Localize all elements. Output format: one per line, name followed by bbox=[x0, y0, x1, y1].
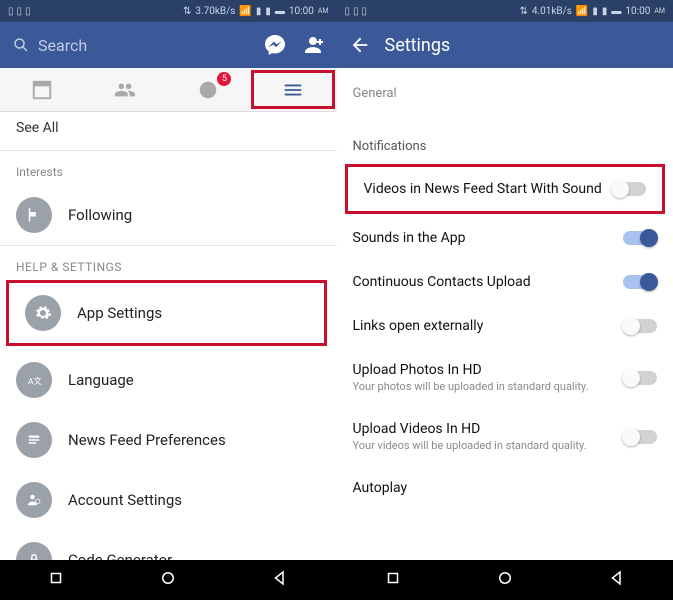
battery-icon: ▬ bbox=[611, 6, 621, 17]
nav-recents[interactable] bbox=[47, 569, 65, 591]
signal1-icon: ▮ bbox=[256, 6, 262, 17]
row-title: Sounds in the App bbox=[353, 230, 614, 246]
row-autoplay[interactable]: Autoplay bbox=[337, 466, 673, 496]
row-news-feed-pref[interactable]: News Feed Preferences bbox=[0, 410, 337, 470]
status-bar: ▯ ▯ ▯ ⇅ 3.70kB/s 📶 ▮ ▮ ▬ 10:00 AM bbox=[0, 0, 337, 22]
settings-app-bar: Settings bbox=[337, 22, 673, 68]
speed-text: 3.70kB/s bbox=[195, 6, 235, 17]
nav-back[interactable] bbox=[271, 569, 289, 591]
vibrate-icon: ⇅ bbox=[183, 6, 191, 17]
wifi-icon: 📶 bbox=[576, 6, 588, 17]
messenger-icon[interactable] bbox=[263, 33, 287, 57]
row-label: App Settings bbox=[77, 304, 162, 322]
row-sounds-app[interactable]: Sounds in the App bbox=[337, 216, 673, 260]
row-videos-sound[interactable]: Videos in News Feed Start With Sound bbox=[345, 164, 666, 214]
nav-recents[interactable] bbox=[384, 569, 402, 591]
wifi-icon: 📶 bbox=[239, 6, 251, 17]
row-subtitle: Your videos will be uploaded in standard… bbox=[353, 439, 614, 452]
toggle-videos-sound[interactable] bbox=[612, 182, 646, 196]
nav-home[interactable] bbox=[159, 569, 177, 591]
toggle-photos-hd[interactable] bbox=[623, 371, 657, 385]
settings-content: General Notifications Videos in News Fee… bbox=[337, 68, 673, 560]
image-mini-icon: ▯ bbox=[25, 6, 31, 17]
section-interests: Interests bbox=[0, 151, 337, 185]
flag-icon bbox=[16, 197, 52, 233]
search-placeholder: Search bbox=[38, 36, 87, 55]
person-mini-icon: ▯ bbox=[353, 6, 359, 17]
battery-icon: ▬ bbox=[275, 6, 285, 17]
search-icon bbox=[12, 36, 30, 54]
row-videos-hd[interactable]: Upload Videos In HD Your videos will be … bbox=[337, 407, 673, 466]
tab-notifications[interactable]: 5 bbox=[166, 68, 249, 111]
friend-request-icon[interactable] bbox=[301, 33, 325, 57]
tab-bar: 5 bbox=[0, 68, 337, 112]
notification-badge: 5 bbox=[217, 72, 231, 86]
vibrate-icon: ⇅ bbox=[519, 6, 527, 17]
facebook-mini-icon: ▯ bbox=[8, 6, 14, 17]
row-title: Continuous Contacts Upload bbox=[353, 274, 614, 290]
account-icon bbox=[16, 482, 52, 518]
row-title: Upload Videos In HD bbox=[353, 421, 614, 437]
row-language[interactable]: A文 Language bbox=[0, 350, 337, 410]
menu-content: See All Interests Following HELP & SETTI… bbox=[0, 112, 337, 560]
row-label: Following bbox=[68, 206, 132, 224]
row-label: News Feed Preferences bbox=[68, 431, 226, 449]
row-account-settings[interactable]: Account Settings bbox=[0, 470, 337, 530]
android-nav-bar bbox=[0, 560, 673, 600]
status-bar: ▯ ▯ ▯ ⇅ 4.01kB/s 📶 ▮ ▮ ▬ 10:00 AM bbox=[337, 0, 673, 22]
app-bar: Search bbox=[0, 22, 337, 68]
lock-icon bbox=[16, 542, 52, 560]
person-mini-icon: ▯ bbox=[17, 6, 23, 17]
speed-text: 4.01kB/s bbox=[532, 6, 572, 17]
row-subtitle: Your photos will be uploaded in standard… bbox=[353, 380, 614, 393]
see-all-link[interactable]: See All bbox=[0, 114, 337, 150]
row-code-generator[interactable]: Code Generator bbox=[0, 530, 337, 560]
search-input[interactable]: Search bbox=[12, 36, 249, 55]
tab-menu-wrap bbox=[249, 68, 336, 111]
row-label: Language bbox=[68, 371, 134, 389]
tab-feed[interactable] bbox=[0, 68, 83, 111]
nav-home[interactable] bbox=[496, 569, 514, 591]
nav-back[interactable] bbox=[608, 569, 626, 591]
row-photos-hd[interactable]: Upload Photos In HD Your photos will be … bbox=[337, 348, 673, 407]
row-app-settings[interactable]: App Settings bbox=[6, 280, 327, 346]
row-title: Links open externally bbox=[353, 318, 614, 334]
toggle-sounds-app[interactable] bbox=[623, 231, 657, 245]
toggle-links-external[interactable] bbox=[623, 319, 657, 333]
signal2-icon: ▮ bbox=[265, 6, 271, 17]
row-title: Autoplay bbox=[353, 480, 658, 496]
row-label: Account Settings bbox=[68, 491, 182, 509]
row-title: Upload Photos In HD bbox=[353, 362, 614, 378]
feed-pref-icon bbox=[16, 422, 52, 458]
ampm-text: AM bbox=[654, 7, 665, 15]
back-icon[interactable] bbox=[349, 34, 371, 56]
signal1-icon: ▮ bbox=[592, 6, 598, 17]
row-links-external[interactable]: Links open externally bbox=[337, 304, 673, 348]
settings-title: Settings bbox=[385, 35, 451, 56]
time-text: 10:00 bbox=[289, 6, 314, 17]
signal2-icon: ▮ bbox=[602, 6, 608, 17]
section-help-settings: HELP & SETTINGS bbox=[0, 246, 337, 280]
ampm-text: AM bbox=[318, 7, 329, 15]
category-notifications: Notifications bbox=[337, 109, 673, 162]
language-icon: A文 bbox=[16, 362, 52, 398]
toggle-videos-hd[interactable] bbox=[623, 430, 657, 444]
toggle-contacts-upload[interactable] bbox=[623, 275, 657, 289]
row-label: Code Generator bbox=[68, 551, 172, 560]
facebook-mini-icon: ▯ bbox=[345, 6, 351, 17]
time-text: 10:00 bbox=[625, 6, 650, 17]
tab-friends[interactable] bbox=[83, 68, 166, 111]
left-panel: ▯ ▯ ▯ ⇅ 3.70kB/s 📶 ▮ ▮ ▬ 10:00 AM Search… bbox=[0, 0, 337, 560]
image-mini-icon: ▯ bbox=[362, 6, 368, 17]
tab-menu[interactable] bbox=[251, 70, 334, 109]
svg-text:A文: A文 bbox=[28, 376, 42, 387]
hamburger-icon bbox=[282, 79, 304, 101]
row-contacts-upload[interactable]: Continuous Contacts Upload bbox=[337, 260, 673, 304]
right-panel: ▯ ▯ ▯ ⇅ 4.01kB/s 📶 ▮ ▮ ▬ 10:00 AM Settin… bbox=[337, 0, 673, 560]
gear-icon bbox=[25, 295, 61, 331]
row-title: Videos in News Feed Start With Sound bbox=[364, 181, 603, 197]
category-general: General bbox=[337, 68, 673, 109]
row-following[interactable]: Following bbox=[0, 185, 337, 245]
